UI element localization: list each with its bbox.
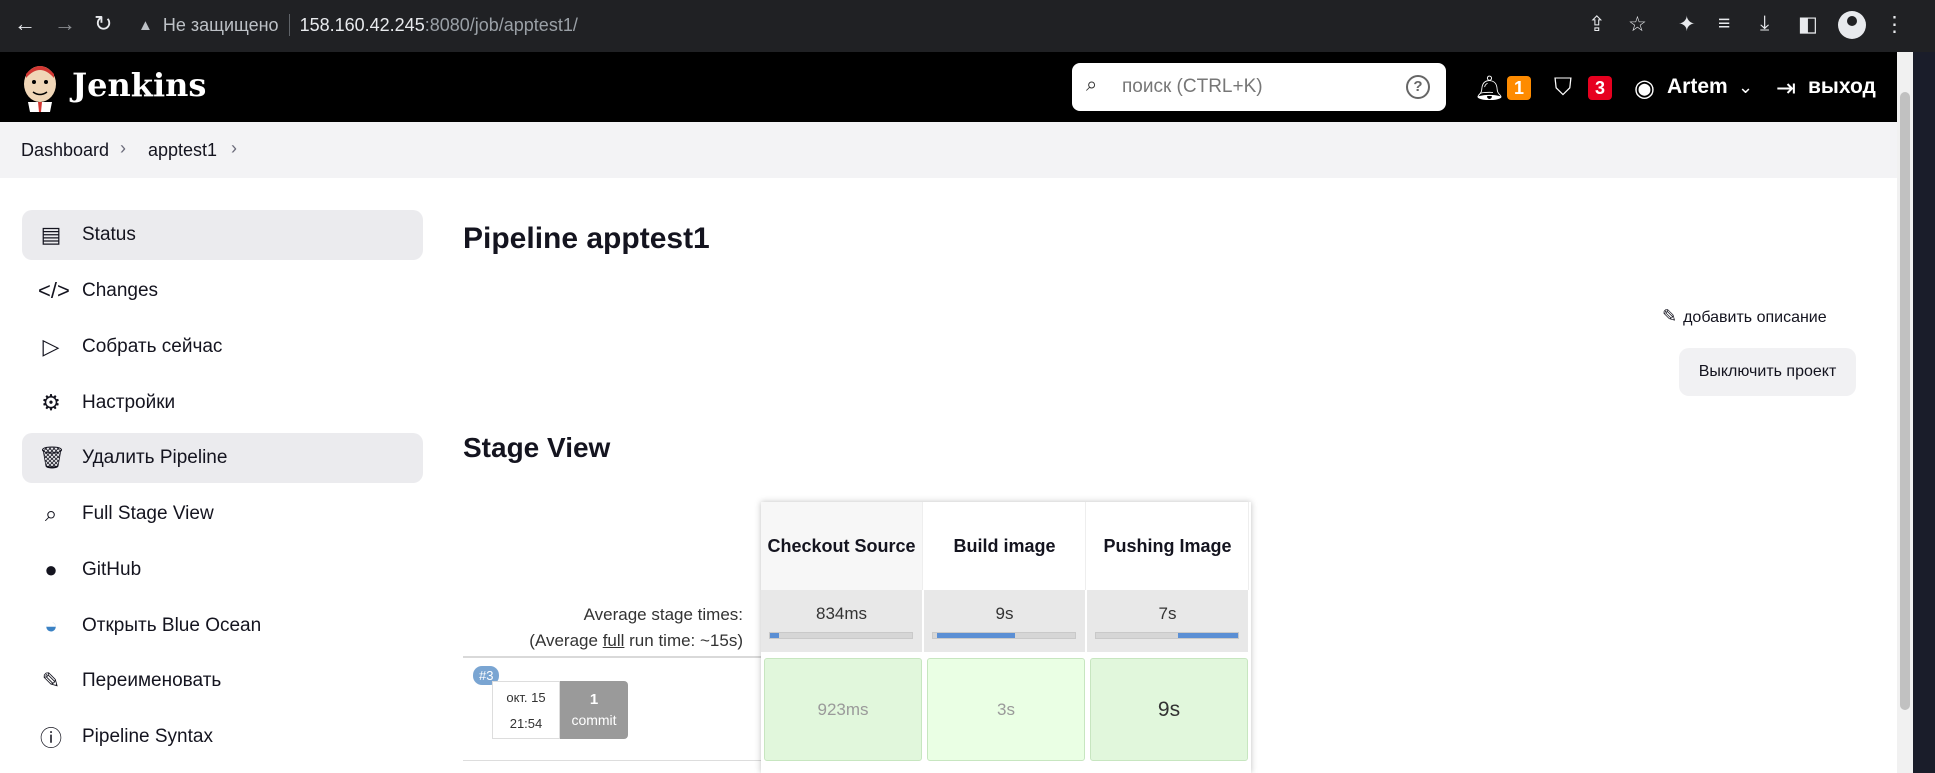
play-icon: ▷ — [42, 334, 60, 359]
search-input[interactable] — [1122, 71, 1382, 103]
stage-avg-bar — [1178, 633, 1238, 638]
url-host: 158.160.42.245 — [299, 14, 425, 35]
document-icon: ▤ — [40, 222, 62, 247]
pencil-icon: ✎ — [41, 668, 61, 693]
user-icon[interactable]: ◉ — [1634, 74, 1655, 103]
stage-header-checkout-source: Checkout Source — [761, 502, 923, 590]
blue-ocean-icon: ◒ — [44, 613, 58, 638]
chevron-right-icon: › — [120, 138, 126, 158]
jenkins-brand[interactable]: Jenkins — [72, 66, 206, 104]
code-icon: </> — [38, 278, 70, 303]
gear-icon: ⚙ — [41, 390, 61, 415]
media-icon[interactable]: ≡ — [1718, 12, 1730, 36]
page-title: Pipeline apptest1 — [463, 222, 710, 255]
sidebar-item-settings[interactable]: ⚙ Настройки — [22, 378, 423, 428]
download-icon[interactable]: ⤓ — [1760, 12, 1769, 36]
stage-header-build-image: Build image — [924, 502, 1086, 590]
back-icon[interactable]: ← — [14, 11, 36, 37]
stage-avg-pushing-image: 7s — [1087, 590, 1249, 652]
menu-kebab-icon[interactable]: ⋮ — [1884, 12, 1905, 37]
sidepanel-icon[interactable]: ◧ — [1798, 12, 1818, 37]
github-icon: ● — [44, 557, 58, 582]
search-icon: ⌕ — [44, 501, 58, 526]
pencil-icon: ✎ — [1662, 306, 1678, 326]
stage-cell-pushing-image[interactable]: 9s — [1090, 658, 1248, 761]
breadcrumb-dashboard[interactable]: Dashboard — [21, 140, 109, 161]
build-commits-button[interactable]: 1 commit — [560, 681, 628, 739]
reload-icon[interactable]: ↻ — [94, 11, 112, 37]
breadcrumb-apptest1[interactable]: apptest1 — [148, 140, 217, 161]
scrollbar-thumb[interactable] — [1900, 92, 1910, 710]
sidebar-item-changes[interactable]: </> Changes — [22, 266, 423, 316]
sidebar-item-pipeline-syntax[interactable]: ⓘ Pipeline Syntax — [22, 712, 423, 762]
stage-header-pushing-image: Pushing Image — [1087, 502, 1249, 590]
stage-cell-checkout-source[interactable]: 923ms — [764, 658, 922, 761]
security-badge[interactable]: 3 — [1588, 76, 1612, 100]
stage-avg-bar — [937, 633, 1015, 638]
sidebar-item-rename[interactable]: ✎ Переименовать — [22, 656, 423, 706]
security-label: Не защищено — [162, 14, 279, 35]
page-scrollbar[interactable] — [1897, 52, 1913, 773]
user-menu[interactable]: Artem — [1667, 75, 1728, 99]
jenkins-logo-icon[interactable] — [20, 62, 60, 112]
extensions-icon[interactable]: ✦ — [1678, 12, 1696, 37]
bell-icon[interactable]: 🔔︎ — [1474, 74, 1504, 103]
build-date: окт. 15 21:54 — [492, 681, 560, 739]
search-icon: ⌕ — [1086, 74, 1098, 96]
stage-view-table: Checkout Source Build image Pushing Imag… — [761, 502, 1251, 773]
profile-avatar[interactable] — [1838, 11, 1866, 39]
stage-cell-build-image[interactable]: 3s — [927, 658, 1085, 761]
stage-avg-bar — [770, 633, 779, 638]
search-box: ⌕ ? — [1072, 63, 1446, 111]
sidebar-item-build-now[interactable]: ▷ Собрать сейчас — [22, 322, 423, 372]
stage-avg-checkout-source: 834ms — [761, 590, 923, 652]
sidebar-item-status[interactable]: ▤ Status — [22, 210, 423, 260]
chevron-right-icon[interactable]: › — [231, 138, 237, 159]
search-help-icon[interactable]: ? — [1406, 75, 1430, 99]
logout-icon[interactable]: ⇥ — [1776, 74, 1796, 103]
bookmark-star-icon[interactable]: ☆ — [1628, 12, 1647, 37]
disable-project-button[interactable]: Выключить проект — [1679, 348, 1856, 396]
jenkins-header: Jenkins ⌕ ? 🔔︎ 1 ⛉ 3 ◉ Artem ⌄ ⇥ выход — [0, 52, 1897, 122]
stage-view-heading: Stage View — [463, 432, 611, 463]
warning-icon: ▲ — [138, 16, 153, 34]
breadcrumb: Dashboard › apptest1 › — [0, 122, 1897, 178]
sidebar-item-full-stage-view[interactable]: ⌕ Full Stage View — [22, 489, 423, 539]
logout-link[interactable]: выход — [1808, 75, 1876, 99]
full-run-time-link[interactable]: full — [603, 631, 625, 650]
sidebar-item-blue-ocean[interactable]: ◒ Открыть Blue Ocean — [22, 601, 423, 651]
stage-avg-build-image: 9s — [924, 590, 1086, 652]
chevron-down-icon[interactable]: ⌄ — [1738, 77, 1753, 98]
sidebar-item-delete-pipeline[interactable]: 🗑︎ Удалить Pipeline — [22, 433, 423, 483]
share-icon[interactable]: ⇪ — [1588, 12, 1606, 37]
forward-icon[interactable]: → — [54, 11, 76, 37]
shield-icon[interactable]: ⛉ — [1554, 74, 1572, 102]
add-description-link[interactable]: ✎ добавить описание — [1662, 306, 1827, 327]
address-bar[interactable]: ▲ Не защищено 158.160.42.245 :8080/job/a… — [138, 14, 578, 36]
help-icon: ⓘ — [39, 726, 62, 751]
notifications-badge[interactable]: 1 — [1507, 76, 1531, 100]
browser-toolbar: ← → ↻ ▲ Не защищено 158.160.42.245 :8080… — [0, 0, 1935, 52]
average-stage-times-label: Average stage times: (Average full run t… — [529, 605, 743, 650]
sidebar-item-github[interactable]: ● GitHub — [22, 545, 423, 595]
url-path: :8080/job/apptest1/ — [424, 14, 578, 35]
trash-icon: 🗑︎ — [38, 445, 66, 470]
